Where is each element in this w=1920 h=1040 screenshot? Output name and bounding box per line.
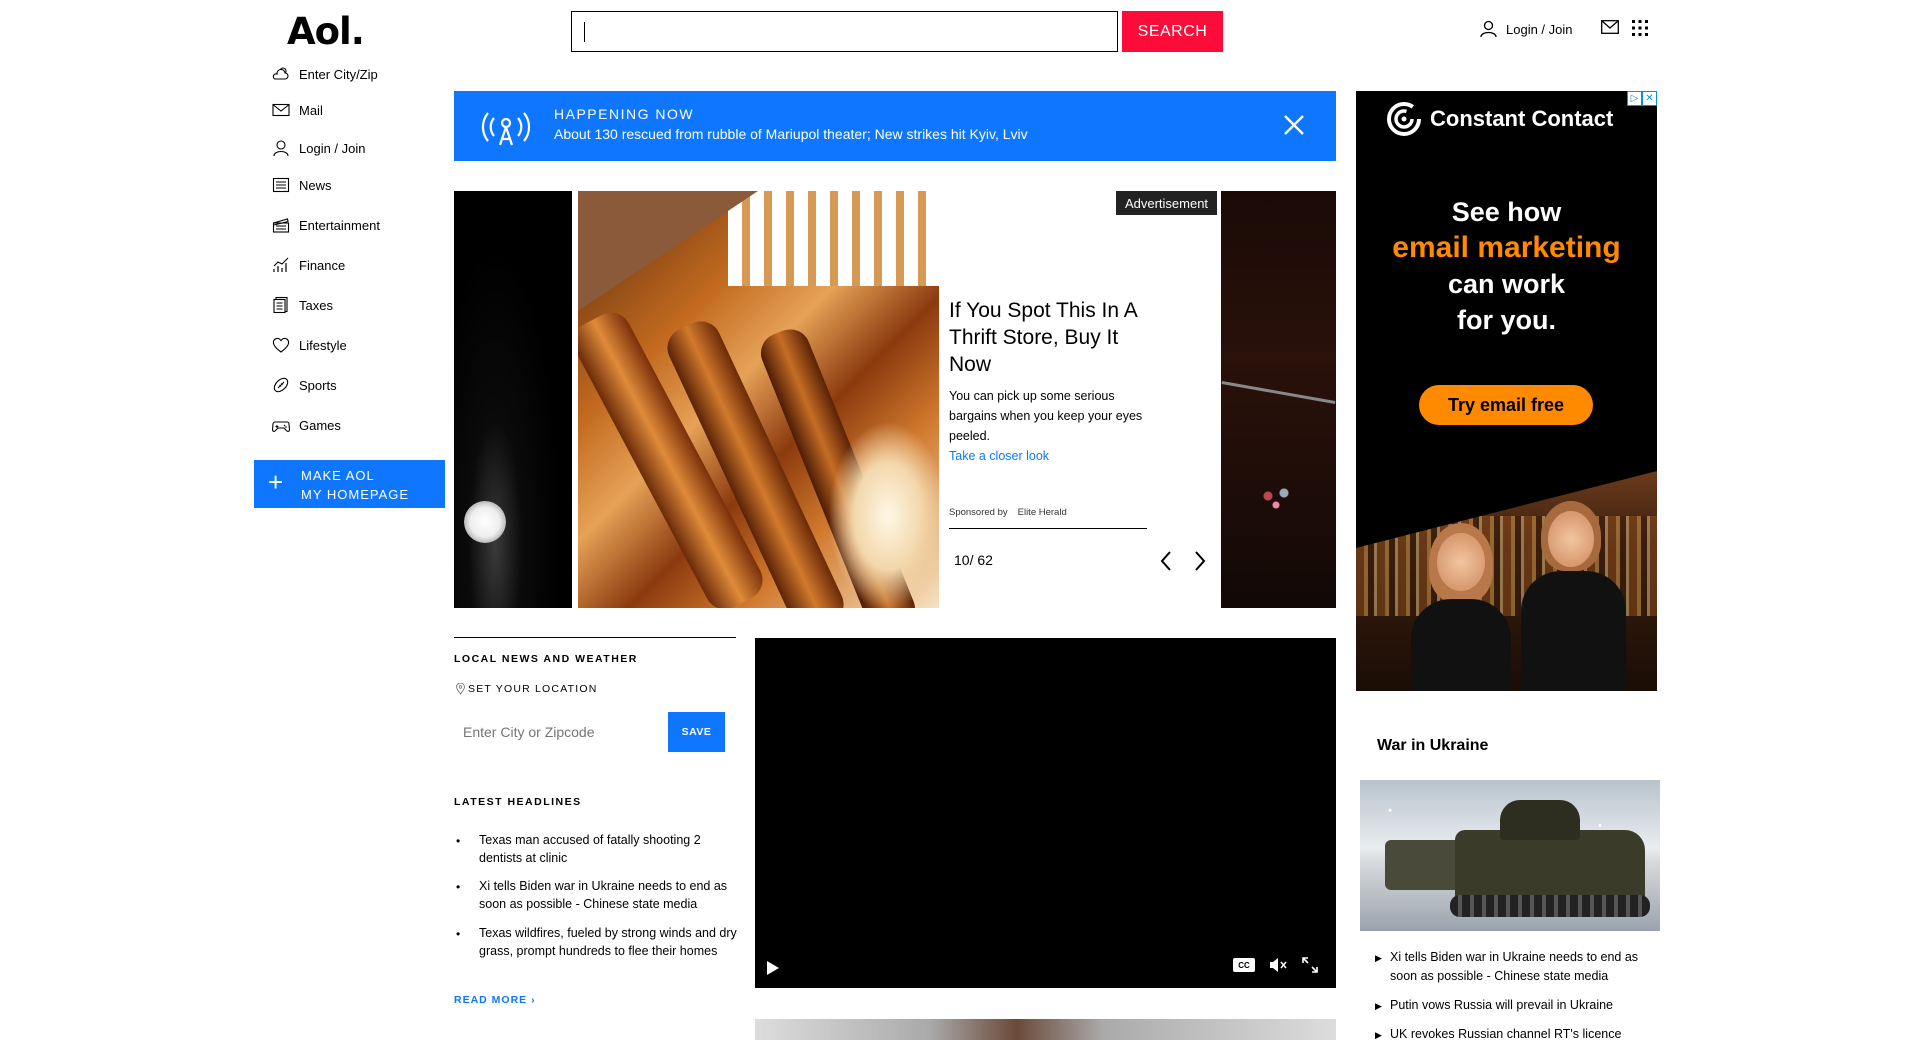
- sidebar-item-label: Finance: [299, 257, 346, 273]
- mail-icon[interactable]: [1601, 20, 1619, 34]
- document-icon: [273, 296, 288, 314]
- mail-icon: [272, 103, 290, 117]
- war-in-ukraine-title[interactable]: War in Ukraine: [1377, 737, 1488, 755]
- sidebar-item-lifestyle[interactable]: Lifestyle: [272, 335, 347, 355]
- search-button[interactable]: SEARCH: [1122, 11, 1223, 52]
- sidebar-item-taxes[interactable]: Taxes: [272, 295, 333, 315]
- sidebar-item-label: Entertainment: [299, 217, 380, 233]
- football-icon: [273, 377, 289, 393]
- read-more-link[interactable]: READ MORE ›: [454, 994, 536, 1006]
- carousel-title[interactable]: If You Spot This In A Thrift Store, Buy …: [949, 297, 1159, 378]
- user-icon: [273, 140, 289, 157]
- news-icon: [272, 177, 290, 193]
- local-news-title: LOCAL NEWS AND WEATHER: [454, 653, 638, 665]
- broadcast-icon: [481, 112, 531, 146]
- carousel-main-image[interactable]: [578, 191, 939, 608]
- ad-close-icon[interactable]: ✕: [1642, 91, 1657, 106]
- cc-headline: See how email marketing can work for you…: [1356, 194, 1657, 338]
- constant-contact-ad[interactable]: ▷ ✕ Constant Contact See how email market…: [1356, 91, 1657, 691]
- plus-icon: +: [268, 467, 284, 497]
- cc-brand: Constant Contact: [1386, 101, 1613, 137]
- gamepad-icon: [272, 421, 290, 432]
- ukraine-headline-item[interactable]: UK revokes Russian channel RT's licence: [1375, 1025, 1660, 1040]
- cc-cta-button[interactable]: Try email free: [1419, 385, 1593, 425]
- carousel-link[interactable]: Take a closer look: [949, 446, 1159, 466]
- save-button[interactable]: SAVE: [668, 712, 725, 752]
- location-pin-icon: [456, 683, 465, 695]
- sponsored-by: Sponsored by Elite Herald: [949, 507, 1147, 529]
- latest-headlines-title: LATEST HEADLINES: [454, 796, 582, 808]
- heart-icon: [272, 337, 290, 353]
- sidebar-item-mail[interactable]: Mail: [272, 100, 323, 120]
- sidebar-item-label: Games: [299, 417, 341, 433]
- sidebar-item-label: Sports: [299, 377, 337, 393]
- weather-icon: [272, 67, 289, 80]
- sponsor-name[interactable]: Elite Herald: [1018, 507, 1067, 518]
- apps-grid-icon[interactable]: [1631, 19, 1649, 37]
- slide-counter: 10/ 62: [954, 552, 993, 568]
- cc-brand-name: Constant Contact: [1430, 106, 1614, 131]
- sidebar-item-sports[interactable]: Sports: [272, 375, 337, 395]
- closed-captions-icon[interactable]: CC: [1233, 958, 1255, 972]
- sidebar-item-news[interactable]: News: [272, 175, 332, 195]
- local-news-section: LOCAL NEWS AND WEATHER: [454, 637, 736, 665]
- carousel-description: You can pick up some serious bargains wh…: [949, 389, 1143, 443]
- sidebar-item-label: Login / Join: [299, 140, 366, 156]
- ukraine-headline-item[interactable]: Xi tells Biden war in Ukraine needs to e…: [1375, 948, 1660, 986]
- ad-choices[interactable]: ▷ ✕: [1627, 91, 1657, 106]
- sponsored-label: Sponsored by: [949, 507, 1008, 518]
- mute-icon[interactable]: [1269, 956, 1287, 974]
- header-login[interactable]: Login / Join: [1480, 18, 1573, 40]
- chevron-right-icon[interactable]: [1192, 549, 1208, 573]
- sidebar-item-label: News: [299, 177, 332, 193]
- ad-carousel: Advertisement If You Spot This In A Thri…: [454, 191, 1336, 608]
- sidebar-item-label: Lifestyle: [299, 337, 347, 353]
- fullscreen-icon[interactable]: [1301, 956, 1319, 974]
- sidebar-item-label: Enter City/Zip: [299, 66, 378, 82]
- video-player[interactable]: CC: [755, 638, 1336, 988]
- carousel-prev-slide-image[interactable]: [454, 191, 572, 608]
- play-icon[interactable]: [766, 960, 780, 976]
- happening-now-title: HAPPENING NOW: [554, 106, 695, 122]
- headline-item[interactable]: Texas wildfires, fueled by strong winds …: [454, 924, 739, 960]
- cc-ad-photo: [1356, 471, 1657, 691]
- ad-choices-icon[interactable]: ▷: [1627, 91, 1642, 106]
- war-in-ukraine-image[interactable]: [1360, 780, 1660, 931]
- chevron-left-icon[interactable]: [1158, 549, 1174, 573]
- sidebar-item-weather[interactable]: Enter City/Zip: [272, 64, 378, 84]
- city-zip-input[interactable]: [463, 712, 663, 752]
- search-input[interactable]: [571, 11, 1118, 52]
- next-story-thumbnail[interactable]: [755, 1019, 1336, 1040]
- aol-logo[interactable]: Aol.: [287, 10, 365, 53]
- carousel-caption: If You Spot This In A Thrift Store, Buy …: [949, 297, 1159, 466]
- sidebar-item-login[interactable]: Login / Join: [272, 138, 366, 158]
- cc-headline-line4: for you.: [1457, 305, 1556, 335]
- happening-now-text[interactable]: About 130 rescued from rubble of Mariupo…: [554, 126, 1028, 142]
- login-label[interactable]: Login / Join: [1506, 22, 1573, 37]
- make-homepage-line2: MY HOMEPAGE: [301, 487, 410, 502]
- clapper-icon: [272, 218, 290, 233]
- make-homepage-button[interactable]: + MAKE AOL MY HOMEPAGE: [254, 460, 445, 508]
- happening-now-banner[interactable]: HAPPENING NOW About 130 rescued from rub…: [454, 91, 1336, 161]
- headline-item[interactable]: Texas man accused of fatally shooting 2 …: [454, 831, 739, 867]
- set-location: SET YOUR LOCATION: [456, 683, 598, 695]
- advertisement-badge: Advertisement: [1116, 191, 1217, 215]
- sidebar-item-label: Taxes: [299, 297, 333, 313]
- set-location-label: SET YOUR LOCATION: [468, 683, 598, 695]
- cc-headline-line1: See how: [1451, 197, 1562, 227]
- close-icon[interactable]: [1282, 113, 1306, 137]
- user-icon: [1480, 20, 1497, 38]
- sidebar-item-entertainment[interactable]: Entertainment: [272, 215, 380, 235]
- constant-contact-logo-icon: [1387, 102, 1421, 136]
- sidebar-item-games[interactable]: Games: [272, 415, 341, 435]
- sidebar-item-finance[interactable]: Finance: [272, 255, 345, 275]
- sidebar-item-label: Mail: [299, 102, 323, 118]
- ukraine-headline-item[interactable]: Putin vows Russia will prevail in Ukrain…: [1375, 996, 1660, 1016]
- chart-icon: [273, 257, 289, 272]
- cc-headline-line3: can work: [1447, 269, 1566, 299]
- carousel-next-slide-image[interactable]: [1221, 191, 1336, 608]
- cc-headline-line2: email marketing: [1392, 231, 1621, 264]
- headline-item[interactable]: Xi tells Biden war in Ukraine needs to e…: [454, 877, 739, 913]
- make-homepage-line1: MAKE AOL: [301, 468, 375, 483]
